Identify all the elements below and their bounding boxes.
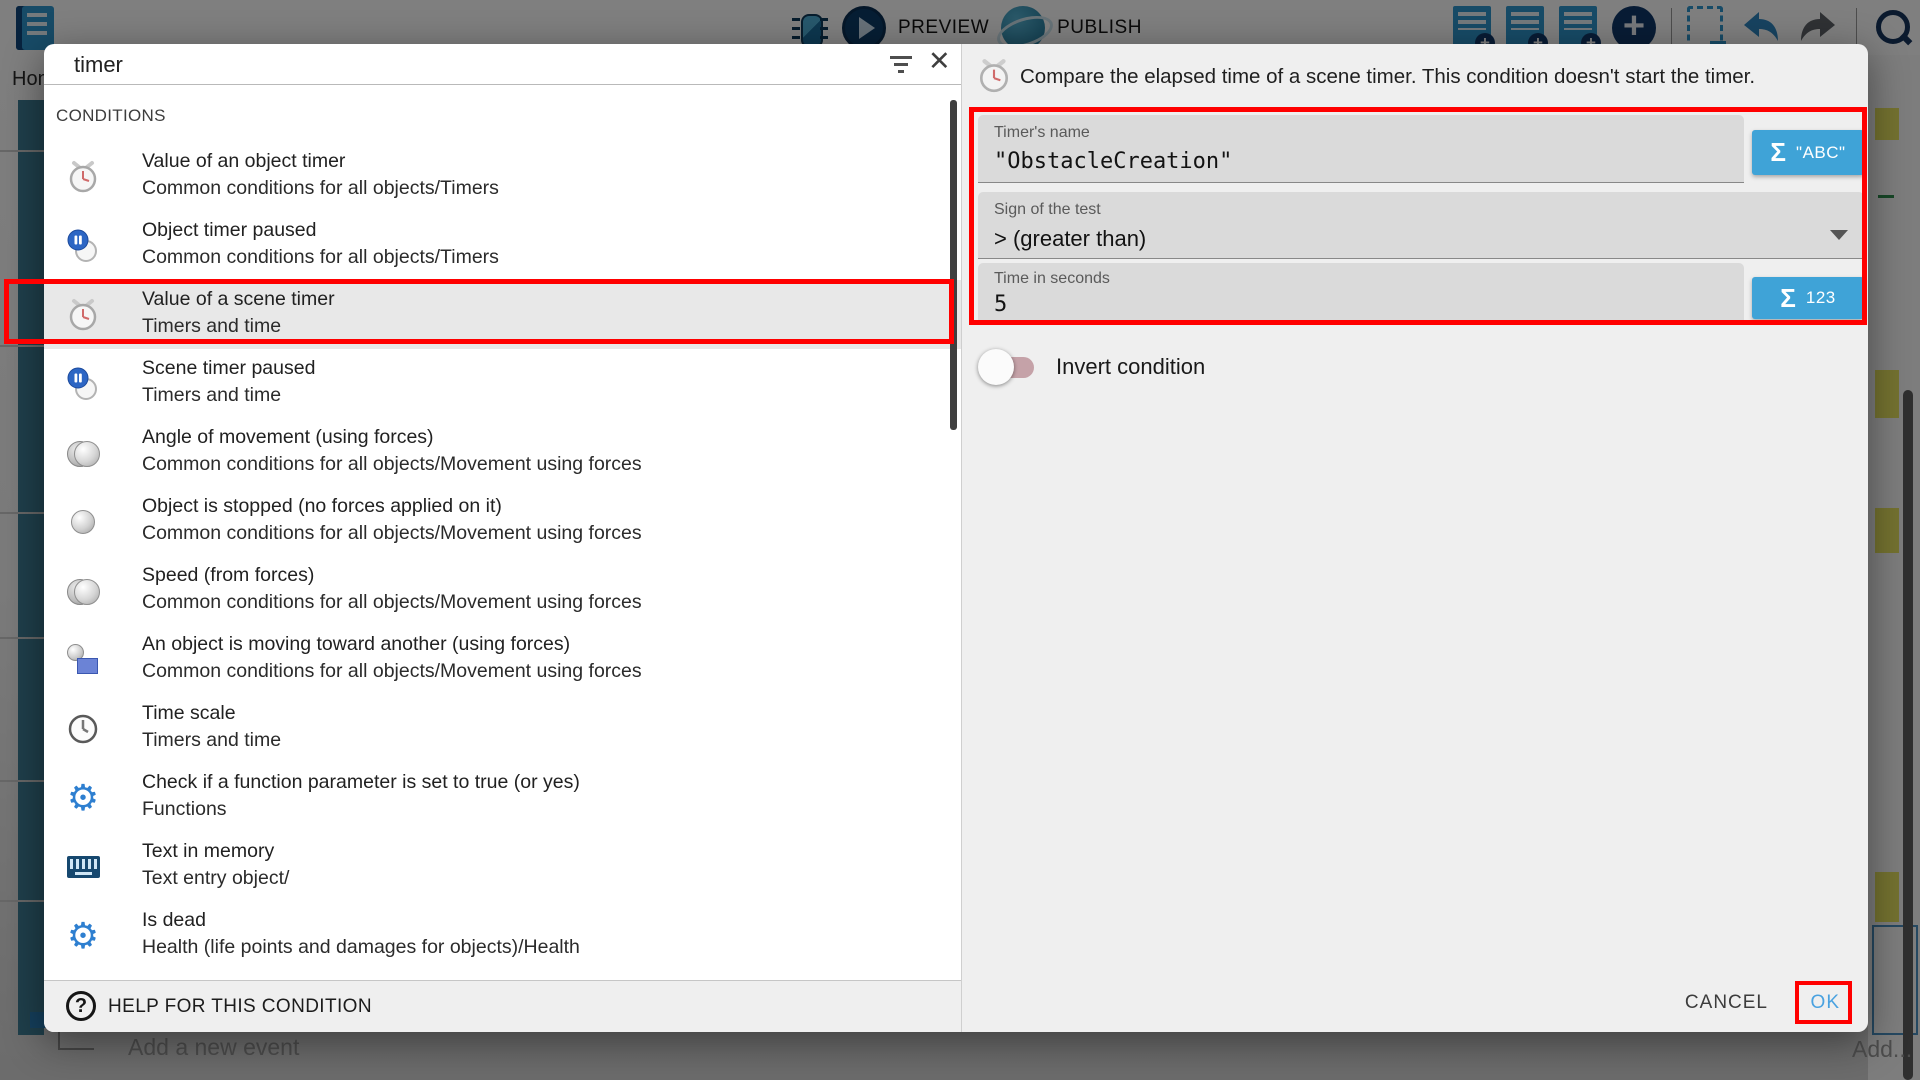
toggle-thumb <box>978 349 1014 385</box>
condition-description: Compare the elapsed time of a scene time… <box>1020 65 1848 89</box>
timer-name-field[interactable]: Timer's name "ObstacleCreation" <box>978 115 1744 183</box>
sign-of-test-value: > (greater than) <box>994 226 1848 252</box>
condition-title: Scene timer paused <box>142 355 947 382</box>
time-in-seconds-label: Time in seconds <box>994 270 1728 288</box>
list-item-text: Angle of movement (using forces) Common … <box>142 424 947 478</box>
invert-condition-row: Invert condition <box>978 348 1205 386</box>
list-item-text: Text in memory Text entry object/ <box>142 838 947 892</box>
invert-condition-label: Invert condition <box>1056 354 1205 380</box>
condition-group: Common conditions for all objects/Moveme… <box>142 658 947 685</box>
condition-group: Common conditions for all objects/Moveme… <box>142 451 947 478</box>
list-item-time-scale[interactable]: Time scale Timers and time <box>44 694 961 763</box>
list-item-text: Speed (from forces) Common conditions fo… <box>142 562 947 616</box>
list-item-function-parameter-true[interactable]: Check if a function parameter is set to … <box>44 763 961 832</box>
conditions-section-header: CONDITIONS <box>56 106 166 126</box>
list-item-text: Object is stopped (no forces applied on … <box>142 493 947 547</box>
list-item-speed-from-forces[interactable]: Speed (from forces) Common conditions fo… <box>44 556 961 625</box>
alarm-clock-paused-icon <box>60 349 106 418</box>
ball-square-icon <box>60 625 106 694</box>
condition-title: Is dead <box>142 907 947 934</box>
list-item-object-moving-toward[interactable]: An object is moving toward another (usin… <box>44 625 961 694</box>
selector-footer: HELP FOR THIS CONDITION <box>44 980 961 1032</box>
condition-title: Angle of movement (using forces) <box>142 424 947 451</box>
condition-title: Value of an object timer <box>142 148 947 175</box>
list-item-text: Is dead Health (life points and damages … <box>142 907 947 961</box>
filter-icon[interactable] <box>888 55 914 75</box>
list-item-text: An object is moving toward another (usin… <box>142 631 947 685</box>
search-input[interactable] <box>74 50 674 80</box>
conditions-list: Value of an object timer Common conditio… <box>44 142 961 970</box>
abc-label: "ABC" <box>1796 143 1846 163</box>
list-item-text: Value of an object timer Common conditio… <box>142 148 947 202</box>
timer-name-value[interactable]: "ObstacleCreation" <box>994 149 1728 174</box>
alarm-clock-paused-icon <box>60 211 106 280</box>
ball-icon <box>60 487 106 556</box>
alarm-clock-icon <box>60 142 106 211</box>
condition-group: Functions <box>142 796 947 823</box>
list-item-text: Time scale Timers and time <box>142 700 947 754</box>
list-scrollbar[interactable] <box>950 100 957 430</box>
time-in-seconds-field[interactable]: Time in seconds 5 <box>978 263 1744 321</box>
condition-title: Object is stopped (no forces applied on … <box>142 493 947 520</box>
function-gear-icon <box>60 763 106 832</box>
condition-group: Timers and time <box>142 382 947 409</box>
cancel-button[interactable]: CANCEL <box>1685 992 1768 1014</box>
string-expression-button[interactable]: "ABC" <box>1752 130 1864 175</box>
list-item-is-dead[interactable]: Is dead Health (life points and damages … <box>44 901 961 970</box>
condition-group: Timers and time <box>142 727 947 754</box>
number-expression-button[interactable]: 123 <box>1752 277 1864 319</box>
search-row <box>44 44 961 85</box>
list-item-angle-of-movement[interactable]: Angle of movement (using forces) Common … <box>44 418 961 487</box>
condition-title: Check if a function parameter is set to … <box>142 769 947 796</box>
alarm-clock-icon <box>60 280 106 349</box>
condition-title: Time scale <box>142 700 947 727</box>
condition-group: Text entry object/ <box>142 865 947 892</box>
gdevelop-app: PREVIEW PUBLISH + Home <box>0 0 1920 1080</box>
condition-title: An object is moving toward another (usin… <box>142 631 947 658</box>
condition-selector-panel: CONDITIONS Value of an object timer Comm… <box>44 44 962 1032</box>
alarm-clock-icon <box>976 58 1012 99</box>
list-item-text: Check if a function parameter is set to … <box>142 769 947 823</box>
condition-group: Common conditions for all objects/Moveme… <box>142 520 947 547</box>
list-item-value-of-object-timer[interactable]: Value of an object timer Common conditio… <box>44 142 961 211</box>
condition-group: Common conditions for all objects/Timers <box>142 244 947 271</box>
ok-button[interactable]: OK <box>1811 992 1840 1014</box>
sigma-icon <box>1780 283 1796 314</box>
condition-editor-dialog: CONDITIONS Value of an object timer Comm… <box>44 44 1868 1032</box>
condition-title: Speed (from forces) <box>142 562 947 589</box>
list-item-text: Scene timer paused Timers and time <box>142 355 947 409</box>
function-gear-icon <box>60 901 106 970</box>
clock-icon <box>60 694 106 763</box>
keyboard-icon <box>60 832 106 901</box>
help-for-condition-link[interactable]: HELP FOR THIS CONDITION <box>108 996 372 1018</box>
condition-title: Text in memory <box>142 838 947 865</box>
help-question-icon <box>66 991 96 1021</box>
list-item-object-is-stopped[interactable]: Object is stopped (no forces applied on … <box>44 487 961 556</box>
sign-of-test-label: Sign of the test <box>994 201 1848 219</box>
list-item-scene-timer-paused[interactable]: Scene timer paused Timers and time <box>44 349 961 418</box>
force-balls-icon <box>60 418 106 487</box>
list-item-text: Value of a scene timer Timers and time <box>142 286 947 340</box>
num-label: 123 <box>1806 288 1836 308</box>
list-item-object-timer-paused[interactable]: Object timer paused Common conditions fo… <box>44 211 961 280</box>
time-in-seconds-value[interactable]: 5 <box>994 292 1728 317</box>
list-item-value-of-scene-timer-selected[interactable]: Value of a scene timer Timers and time <box>44 280 961 349</box>
chevron-down-icon <box>1830 230 1848 240</box>
timer-name-label: Timer's name <box>994 124 1728 142</box>
invert-condition-toggle[interactable] <box>978 349 1036 385</box>
sigma-icon <box>1770 137 1786 168</box>
condition-title: Object timer paused <box>142 217 947 244</box>
condition-title: Value of a scene timer <box>142 286 947 313</box>
close-icon[interactable] <box>928 46 958 80</box>
condition-group: Common conditions for all objects/Timers <box>142 175 947 202</box>
condition-parameters-panel: Compare the elapsed time of a scene time… <box>962 44 1868 1032</box>
condition-group: Common conditions for all objects/Moveme… <box>142 589 947 616</box>
condition-group: Health (life points and damages for obje… <box>142 934 947 961</box>
list-item-text: Object timer paused Common conditions fo… <box>142 217 947 271</box>
condition-group: Timers and time <box>142 313 947 340</box>
sign-of-test-select[interactable]: Sign of the test > (greater than) <box>978 192 1864 259</box>
list-item-text-in-memory[interactable]: Text in memory Text entry object/ <box>44 832 961 901</box>
force-balls-icon <box>60 556 106 625</box>
